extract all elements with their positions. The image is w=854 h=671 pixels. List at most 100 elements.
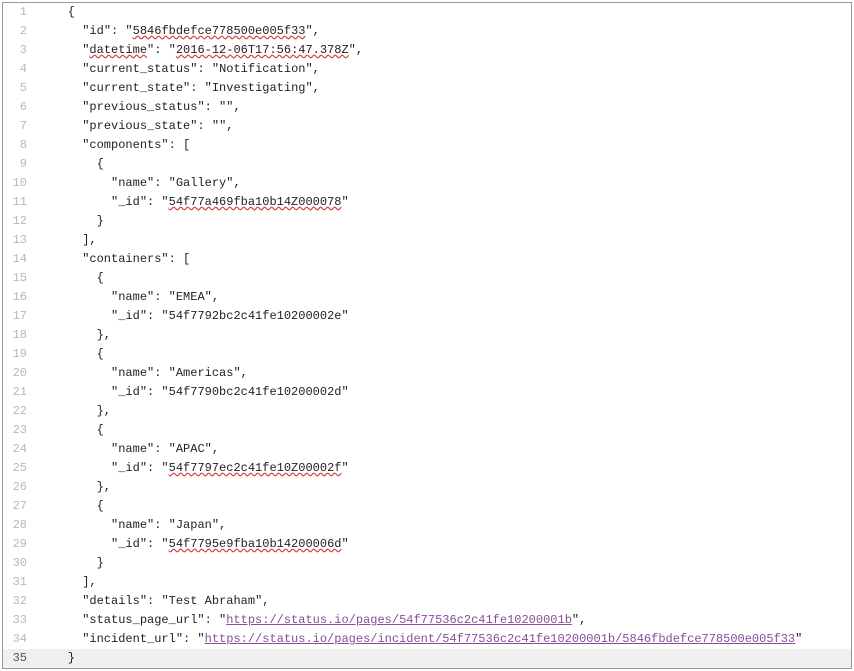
code-content[interactable]: } [35,649,75,668]
code-line[interactable]: 9 { [3,155,851,174]
line-number: 15 [3,269,35,288]
code-content[interactable]: "name": "Gallery", [35,174,241,193]
line-number: 1 [3,3,35,22]
code-content[interactable]: "current_status": "Notification", [35,60,320,79]
code-content[interactable]: "previous_status": "", [35,98,241,117]
code-line[interactable]: 13 ], [3,231,851,250]
code-content[interactable]: "_id": "54f7795e9fba10b14200006d" [35,535,349,554]
code-content[interactable]: "datetime": "2016-12-06T17:56:47.378Z", [35,41,363,60]
code-content[interactable]: "name": "EMEA", [35,288,219,307]
code-line[interactable]: 22 }, [3,402,851,421]
code-line[interactable]: 12 } [3,212,851,231]
line-number: 27 [3,497,35,516]
code-content[interactable]: "incident_url": "https://status.io/pages… [35,630,802,649]
code-content[interactable]: "_id": "54f7797ec2c41fe10Z00002f" [35,459,349,478]
code-content[interactable]: "_id": "54f7792bc2c41fe10200002e" [35,307,349,326]
code-line[interactable]: 17 "_id": "54f7792bc2c41fe10200002e" [3,307,851,326]
code-line[interactable]: 25 "_id": "54f7797ec2c41fe10Z00002f" [3,459,851,478]
line-number: 17 [3,307,35,326]
code-editor[interactable]: 1 {2 "id": "5846fbdefce778500e005f33",3 … [2,2,852,669]
code-content[interactable]: } [35,554,104,573]
code-content[interactable]: { [35,269,104,288]
line-number: 23 [3,421,35,440]
code-line[interactable]: 18 }, [3,326,851,345]
code-line[interactable]: 3 "datetime": "2016-12-06T17:56:47.378Z"… [3,41,851,60]
code-content[interactable]: "details": "Test Abraham", [35,592,269,611]
code-content[interactable]: { [35,3,75,22]
code-line[interactable]: 35 } [3,649,851,668]
line-number: 12 [3,212,35,231]
line-number: 9 [3,155,35,174]
line-number: 16 [3,288,35,307]
code-content[interactable]: "status_page_url": "https://status.io/pa… [35,611,586,630]
line-number: 24 [3,440,35,459]
code-line[interactable]: 14 "containers": [ [3,250,851,269]
code-content[interactable]: { [35,497,104,516]
line-number: 2 [3,22,35,41]
code-line[interactable]: 33 "status_page_url": "https://status.io… [3,611,851,630]
code-content[interactable]: "previous_state": "", [35,117,233,136]
code-line[interactable]: 7 "previous_state": "", [3,117,851,136]
line-number: 33 [3,611,35,630]
code-content[interactable]: ], [35,573,97,592]
code-content[interactable]: "current_state": "Investigating", [35,79,320,98]
code-line[interactable]: 6 "previous_status": "", [3,98,851,117]
line-number: 3 [3,41,35,60]
code-content[interactable]: "name": "APAC", [35,440,219,459]
line-number: 21 [3,383,35,402]
code-line[interactable]: 8 "components": [ [3,136,851,155]
code-line[interactable]: 23 { [3,421,851,440]
line-number: 18 [3,326,35,345]
line-number: 11 [3,193,35,212]
line-number: 28 [3,516,35,535]
line-number: 20 [3,364,35,383]
line-number: 30 [3,554,35,573]
code-line[interactable]: 15 { [3,269,851,288]
code-line[interactable]: 19 { [3,345,851,364]
code-content[interactable]: "containers": [ [35,250,190,269]
line-number: 4 [3,60,35,79]
line-number: 32 [3,592,35,611]
code-line[interactable]: 1 { [3,3,851,22]
code-line[interactable]: 5 "current_state": "Investigating", [3,79,851,98]
code-line[interactable]: 16 "name": "EMEA", [3,288,851,307]
code-content[interactable]: }, [35,478,111,497]
code-line[interactable]: 11 "_id": "54f77a469fba10b14Z000078" [3,193,851,212]
line-number: 7 [3,117,35,136]
code-line[interactable]: 26 }, [3,478,851,497]
line-number: 26 [3,478,35,497]
code-line[interactable]: 28 "name": "Japan", [3,516,851,535]
code-line[interactable]: 2 "id": "5846fbdefce778500e005f33", [3,22,851,41]
line-number: 29 [3,535,35,554]
code-content[interactable]: "_id": "54f7790bc2c41fe10200002d" [35,383,349,402]
code-content[interactable]: "name": "Japan", [35,516,226,535]
code-content[interactable]: "id": "5846fbdefce778500e005f33", [35,22,320,41]
line-number: 8 [3,136,35,155]
code-line[interactable]: 34 "incident_url": "https://status.io/pa… [3,630,851,649]
code-content[interactable]: }, [35,326,111,345]
code-line[interactable]: 30 } [3,554,851,573]
code-url-link[interactable]: https://status.io/pages/54f77536c2c41fe1… [226,613,572,627]
code-line[interactable]: 20 "name": "Americas", [3,364,851,383]
code-content[interactable]: "components": [ [35,136,190,155]
code-url-link[interactable]: https://status.io/pages/incident/54f7753… [205,632,796,646]
line-number: 31 [3,573,35,592]
code-content[interactable]: "name": "Americas", [35,364,248,383]
code-content[interactable]: { [35,421,104,440]
code-content[interactable]: "_id": "54f77a469fba10b14Z000078" [35,193,349,212]
line-number: 25 [3,459,35,478]
code-content[interactable]: } [35,212,104,231]
code-line[interactable]: 21 "_id": "54f7790bc2c41fe10200002d" [3,383,851,402]
code-content[interactable]: ], [35,231,97,250]
code-line[interactable]: 32 "details": "Test Abraham", [3,592,851,611]
code-content[interactable]: }, [35,402,111,421]
line-number: 6 [3,98,35,117]
code-content[interactable]: { [35,345,104,364]
code-line[interactable]: 10 "name": "Gallery", [3,174,851,193]
code-line[interactable]: 24 "name": "APAC", [3,440,851,459]
code-line[interactable]: 31 ], [3,573,851,592]
code-line[interactable]: 27 { [3,497,851,516]
code-line[interactable]: 29 "_id": "54f7795e9fba10b14200006d" [3,535,851,554]
code-line[interactable]: 4 "current_status": "Notification", [3,60,851,79]
code-content[interactable]: { [35,155,104,174]
